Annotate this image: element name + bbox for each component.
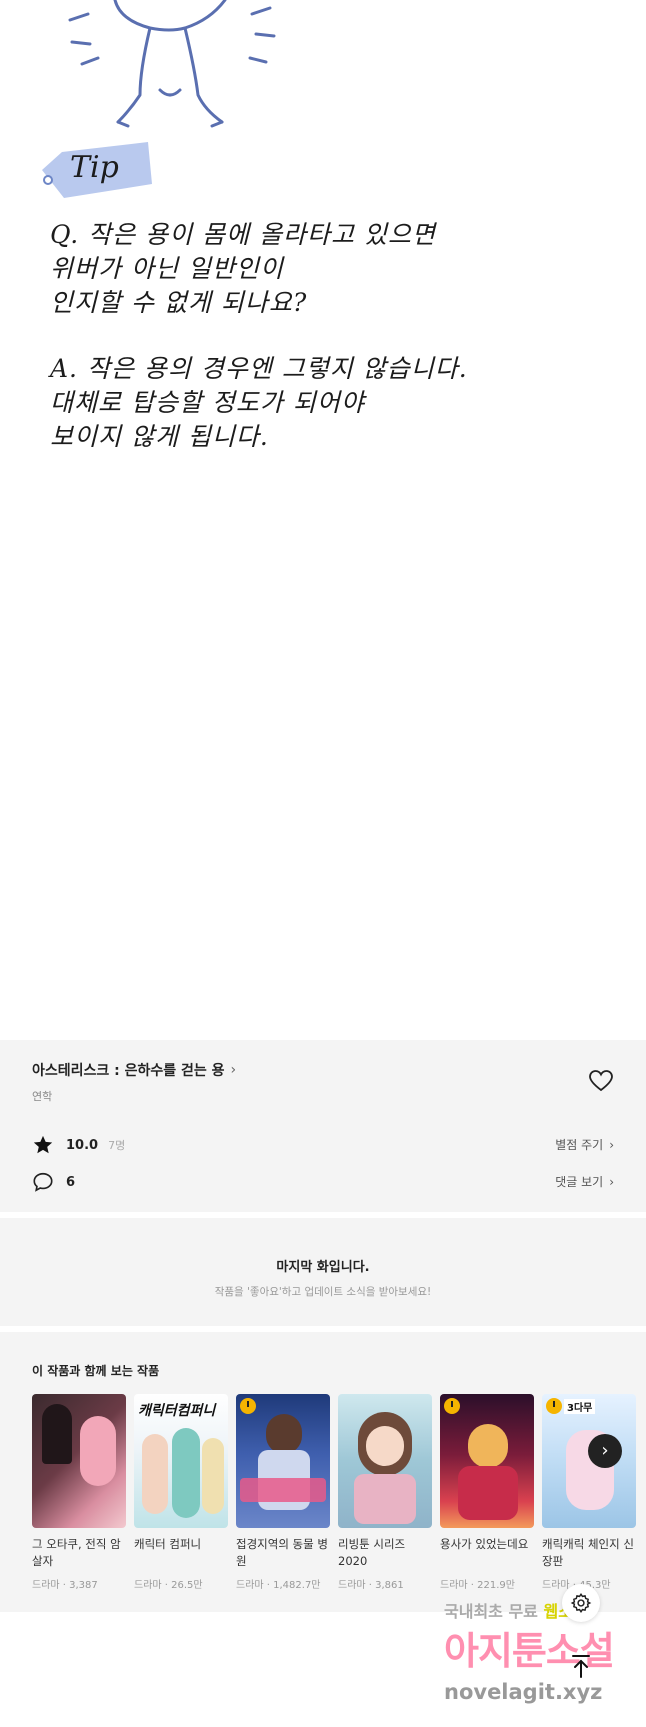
rec-title: 접경지역의 동물 병원 [236, 1537, 328, 1568]
view-comments-label: 댓글 보기 [555, 1175, 604, 1189]
rec-meta: 드라마 · 3,387 [32, 1580, 98, 1591]
gear-icon [570, 1593, 592, 1613]
arrow-up-icon [572, 1655, 590, 1678]
rec-cover [32, 1394, 126, 1528]
chevron-right-icon: › [609, 1137, 614, 1152]
rec-cover: 3다무 [542, 1394, 636, 1528]
qa-line: 인지할 수 없게 되나요? [50, 288, 308, 317]
qa-line: 위버가 아닌 일반인이 [50, 254, 284, 283]
last-episode-heading: 마지막 화입니다. [276, 1260, 370, 1275]
series-author: 연학 [32, 1090, 53, 1103]
comic-panel: Tip Q. 작은 용이 몸에 올라타고 있으면 위버가 아닌 일반인이 인지할… [0, 0, 646, 1040]
stick-figure-illustration [68, 0, 276, 128]
rec-title: 캐릭터 컴퍼니 [134, 1537, 202, 1551]
rec-cover [440, 1394, 534, 1528]
rec-card[interactable]: 3다무 캐릭캐릭 체인지 신장판 드라마 · 45.3만 [542, 1394, 636, 1591]
rec-title: 캐릭캐릭 체인지 신장판 [542, 1537, 634, 1568]
carousel-next-button[interactable]: › [588, 1434, 622, 1468]
rate-button-label: 별점 주기 [555, 1138, 604, 1152]
last-episode-notice: 마지막 화입니다. 작품을 '좋아요'하고 업데이트 소식을 받아보세요! [0, 1218, 646, 1326]
scroll-to-top-button[interactable] [565, 1650, 597, 1682]
qa-line: 대체로 탑승할 정도가 되어야 [50, 388, 365, 417]
series-info-panel: 아스테리스크 : 은하수를 걷는 용 › 연학 10.0 7명 별점 주기 › … [0, 1040, 646, 1212]
qa-line: Q. 작은 용이 몸에 올라타고 있으면 [50, 220, 436, 249]
rec-card[interactable]: 접경지역의 동물 병원 드라마 · 1,482.7만 [236, 1394, 330, 1591]
recommendations-heading: 이 작품과 함께 보는 작품 [32, 1364, 160, 1378]
last-episode-subtext: 작품을 '좋아요'하고 업데이트 소식을 받아보세요! [214, 1286, 432, 1298]
rec-card[interactable]: 그 오타쿠, 전직 암살자 드라마 · 3,387 [32, 1394, 126, 1591]
rec-cover-text: 캐릭터컴퍼니 [138, 1403, 216, 1419]
rec-title: 그 오타쿠, 전직 암살자 [32, 1537, 121, 1568]
rec-cover-text: 3다무 [564, 1399, 596, 1414]
view-comments-button[interactable]: 댓글 보기 › [555, 1173, 614, 1190]
comments-row: 6 [32, 1171, 75, 1193]
rec-meta: 드라마 · 221.9만 [440, 1580, 515, 1591]
watermark: 국내최초 무료 웹소설 아지툰소설 novelagit.xyz [440, 1598, 640, 1718]
series-title: 아스테리스크 : 은하수를 걷는 용 [32, 1063, 225, 1079]
recommendations-carousel: 그 오타쿠, 전직 암살자 드라마 · 3,387 캐릭터컴퍼니 캐릭터 컴퍼니… [32, 1394, 646, 1614]
rating-value: 10.0 [66, 1137, 99, 1153]
clock-badge-icon [240, 1398, 256, 1414]
rec-cover [236, 1394, 330, 1528]
tip-label: Tip [70, 150, 119, 185]
rec-card[interactable]: 리빙툰 시리즈 2020 드라마 · 3,861 [338, 1394, 432, 1591]
qa-text: Q. 작은 용이 몸에 올라타고 있으면 위버가 아닌 일반인이 인지할 수 없… [50, 218, 468, 454]
clock-badge-icon [444, 1398, 460, 1414]
chevron-right-icon: › [601, 1440, 609, 1461]
rating-row: 10.0 7명 [32, 1134, 125, 1156]
rec-title: 리빙툰 시리즈 2020 [338, 1537, 406, 1568]
comment-count: 6 [66, 1174, 76, 1190]
rec-card[interactable]: 캐릭터컴퍼니 캐릭터 컴퍼니 드라마 · 26.5만 [134, 1394, 228, 1591]
rec-cover: 캐릭터컴퍼니 [134, 1394, 228, 1528]
qa-line: A. 작은 용의 경우엔 그렇지 않습니다. [50, 354, 468, 383]
rec-card[interactable]: 용사가 있었는데요 드라마 · 221.9만 [440, 1394, 534, 1591]
rate-button[interactable]: 별점 주기 › [555, 1136, 614, 1153]
rating-count: 7명 [108, 1139, 126, 1152]
rec-cover [338, 1394, 432, 1528]
comment-icon [33, 1172, 53, 1192]
qa-line: 보이지 않게 됩니다. [50, 422, 269, 451]
recommendations-section: 이 작품과 함께 보는 작품 그 오타쿠, 전직 암살자 드라마 · 3,387… [0, 1332, 646, 1612]
series-title-link[interactable]: 아스테리스크 : 은하수를 걷는 용 › [32, 1060, 236, 1080]
rec-meta: 드라마 · 26.5만 [134, 1580, 203, 1591]
rec-meta: 드라마 · 3,861 [338, 1580, 404, 1591]
clock-badge-icon [546, 1398, 562, 1414]
rec-meta: 드라마 · 1,482.7만 [236, 1580, 321, 1591]
chevron-right-icon: › [230, 1062, 237, 1078]
chevron-right-icon: › [609, 1174, 614, 1189]
star-icon [33, 1135, 53, 1154]
watermark-line1-a: 국내최초 무료 [444, 1602, 538, 1621]
settings-button[interactable] [562, 1584, 600, 1622]
watermark-line3: novelagit.xyz [444, 1680, 603, 1704]
heart-icon[interactable] [589, 1070, 613, 1092]
rec-title: 용사가 있었는데요 [440, 1537, 529, 1551]
